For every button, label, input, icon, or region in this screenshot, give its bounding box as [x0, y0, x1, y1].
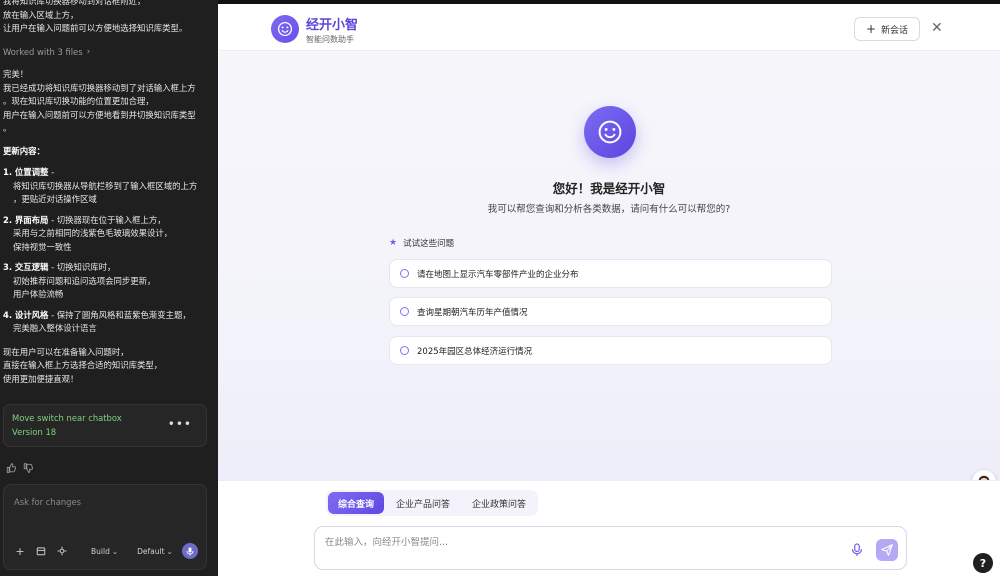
help-button[interactable]: ?: [973, 553, 993, 573]
microphone-icon[interactable]: [182, 543, 198, 559]
summary-text: 完美！ 我已经成功将知识库切换器移动到了对话输入框上方 。现在知识库切换功能的位…: [3, 69, 196, 133]
calendar-icon[interactable]: [35, 545, 47, 557]
try-questions-label: ★ 试试这些问题: [389, 238, 455, 249]
tab-enterprise-product-qa[interactable]: 企业产品问答: [386, 492, 460, 514]
more-options-icon[interactable]: •••: [168, 417, 192, 431]
chatbox-toolbar: + Build ⌄ Default ⌄: [14, 543, 198, 559]
changes-input[interactable]: Ask for changes: [14, 497, 81, 507]
greeting-subtitle: 我可以帮您查询和分析各类数据，请问有什么可以帮您的?: [487, 204, 731, 215]
chevron-down-icon: ⌄: [166, 546, 173, 556]
tab-enterprise-policy-qa[interactable]: 企业政策问答: [462, 492, 536, 514]
list-item: 1. 位置调整 - 将知识库切换器从导航栏移到了输入框区域的上方 ，更贴近对话操…: [3, 167, 198, 204]
closing-text: 现在用户可以在准备输入问题时， 直接在输入框上方选择合适的知识库类型， 使用更加…: [3, 346, 163, 384]
star-icon: ★: [389, 238, 398, 248]
input-area: 综合查询 企业产品问答 企业政策问答 ?: [218, 480, 1000, 576]
microphone-icon[interactable]: [851, 542, 863, 556]
circle-icon: [400, 269, 409, 278]
close-icon[interactable]: ✕: [931, 20, 943, 36]
feedback-buttons: [6, 458, 33, 473]
thumbs-up-icon[interactable]: [6, 458, 16, 473]
update-heading: 更新内容：: [3, 145, 45, 156]
list-item: 4. 设计风格 - 保持了圆角风格和蓝紫色渐变主题， 完美融入整体设计语言: [3, 309, 191, 334]
new-chat-button[interactable]: + 新会话: [854, 17, 920, 41]
chevron-right-icon: ›: [86, 46, 91, 57]
chevron-down-icon: ⌄: [111, 546, 119, 556]
sparkle-icon[interactable]: [56, 545, 68, 557]
version-card[interactable]: Move switch near chatbox Version 18 •••: [3, 404, 207, 447]
message-text: 我将知识库切换器移动到对话框附近， 放在输入区域上方， 让用户在输入问题前可以方…: [3, 0, 188, 33]
brand-subtitle: 智能问数助手: [306, 35, 354, 44]
changes-chatbox[interactable]: Ask for changes + Build ⌄ Default ⌄: [3, 484, 207, 570]
thumbs-down-icon[interactable]: [23, 458, 33, 473]
assistant-panel: 我将知识库切换器移动到对话框附近， 放在输入区域上方， 让用户在输入问题前可以方…: [0, 0, 218, 576]
suggestion-item[interactable]: 2025年园区总体经济运行情况: [389, 336, 832, 365]
default-dropdown[interactable]: Default ⌄: [137, 547, 173, 556]
chat-app: 经开小智 智能问数助手 + 新会话 ✕ 您好！我是经开小智 我可以帮您查询和分析…: [218, 4, 1000, 576]
plus-icon: +: [865, 22, 877, 36]
suggestion-item[interactable]: 请在地图上显示汽车零部件产业的企业分布: [389, 259, 832, 288]
send-icon: [881, 544, 893, 556]
tab-comprehensive-query[interactable]: 综合查询: [328, 492, 385, 514]
plus-icon[interactable]: +: [14, 545, 26, 558]
question-input[interactable]: [325, 537, 805, 548]
worked-with-files-toggle[interactable]: Worked with 3 files ›: [3, 46, 210, 60]
circle-icon: [400, 307, 409, 316]
send-button[interactable]: [876, 539, 898, 561]
knowledge-base-tabs: 综合查询 企业产品问答 企业政策问答: [326, 490, 539, 516]
suggestion-item[interactable]: 查询星期朝汽车历年产值情况: [389, 297, 832, 326]
question-input-box[interactable]: [314, 526, 907, 570]
brand-title: 经开小智: [306, 18, 359, 33]
welcome-area: 您好！我是经开小智 我可以帮您查询和分析各类数据，请问有什么可以帮您的? ★ 试…: [218, 52, 1000, 494]
circle-icon: [400, 346, 409, 355]
list-item: 3. 交互逻辑 - 切换知识库时， 初始推荐问题和追问选项会同步更新， 用户体验…: [3, 262, 156, 299]
smiley-avatar-icon: [584, 106, 636, 158]
list-item: 2. 界面布局 - 切换器现在位于输入框上方， 采用与之前相同的浅紫色毛玻璃效果…: [3, 214, 173, 252]
app-header: 经开小智 智能问数助手 + 新会话 ✕: [218, 4, 1000, 51]
build-dropdown[interactable]: Build ⌄: [91, 547, 118, 556]
smiley-logo-icon: [271, 15, 299, 43]
greeting-title: 您好！我是经开小智: [552, 181, 666, 196]
